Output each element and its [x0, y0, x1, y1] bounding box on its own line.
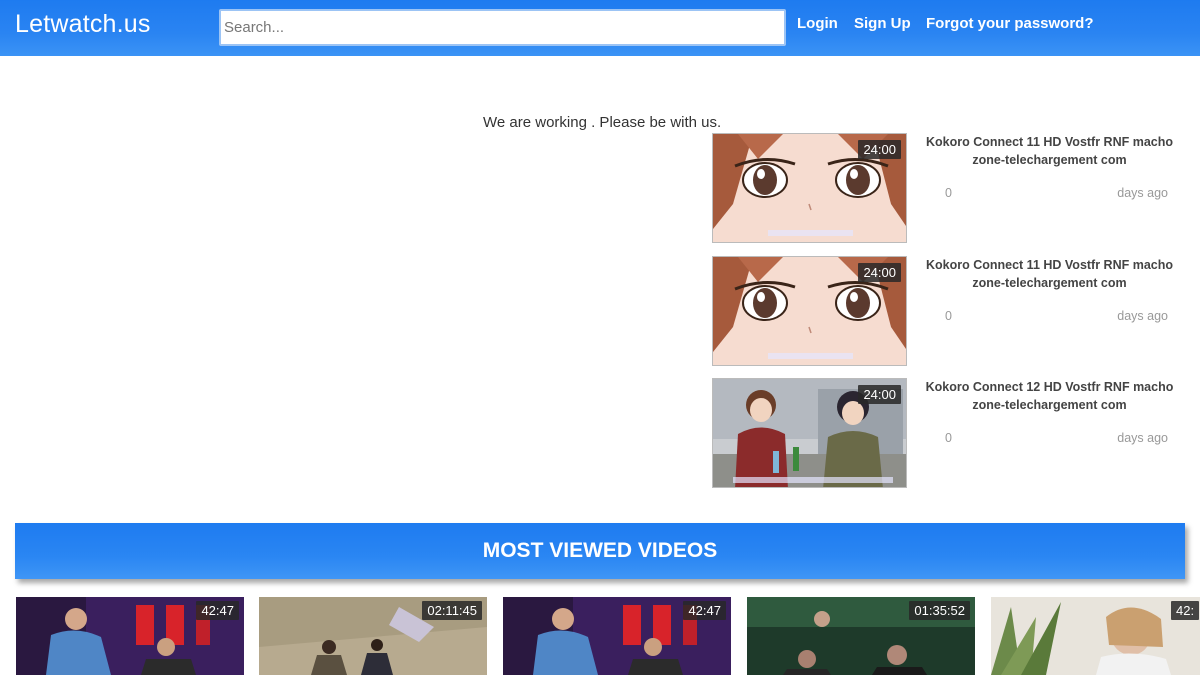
most-viewed-video-card[interactable]: 02:11:45: [259, 597, 487, 675]
most-viewed-video-card[interactable]: 42:: [991, 597, 1200, 675]
most-viewed-video-card[interactable]: 42:47: [16, 597, 244, 675]
duration-badge: 24:00: [858, 140, 901, 159]
video-views: 0: [945, 431, 952, 445]
login-link[interactable]: Login: [797, 15, 838, 32]
site-logo[interactable]: Letwatch.us: [15, 10, 151, 39]
most-viewed-heading: MOST VIEWED VIDEOS: [15, 523, 1185, 579]
video-views: 0: [945, 309, 952, 323]
duration-badge: 42:: [1171, 601, 1200, 620]
signup-link[interactable]: Sign Up: [854, 15, 911, 32]
video-thumbnail: [991, 597, 1200, 675]
search-input[interactable]: [219, 9, 786, 46]
duration-badge: 24:00: [858, 263, 901, 282]
video-list-item[interactable]: 24:00 Kokoro Connect 12 HD Vostfr RNF ma…: [712, 378, 1182, 488]
maintenance-notice: We are working . Please be with us.: [483, 114, 722, 131]
video-title[interactable]: Kokoro Connect 12 HD Vostfr RNF macho zo…: [917, 378, 1182, 414]
most-viewed-video-card[interactable]: 42:47: [503, 597, 731, 675]
video-thumbnail[interactable]: 24:00: [712, 256, 907, 366]
video-age: days ago: [1117, 309, 1168, 323]
video-title[interactable]: Kokoro Connect 11 HD Vostfr RNF macho zo…: [917, 256, 1182, 292]
duration-badge: 42:47: [683, 601, 726, 620]
duration-badge: 24:00: [858, 385, 901, 404]
duration-badge: 01:35:52: [909, 601, 970, 620]
video-title[interactable]: Kokoro Connect 11 HD Vostfr RNF macho zo…: [917, 133, 1182, 169]
video-thumbnail[interactable]: 24:00: [712, 378, 907, 488]
video-age: days ago: [1117, 431, 1168, 445]
duration-badge: 02:11:45: [422, 601, 482, 620]
top-navbar: Letwatch.us Login Sign Up Forgot your pa…: [0, 0, 1200, 56]
most-viewed-video-card[interactable]: 01:35:52: [747, 597, 975, 675]
video-thumbnail[interactable]: 24:00: [712, 133, 907, 243]
video-list-item[interactable]: 24:00 Kokoro Connect 11 HD Vostfr RNF ma…: [712, 133, 1182, 243]
duration-badge: 42:47: [196, 601, 239, 620]
video-age: days ago: [1117, 186, 1168, 200]
video-list-item[interactable]: 24:00 Kokoro Connect 11 HD Vostfr RNF ma…: [712, 256, 1182, 366]
forgot-password-link[interactable]: Forgot your password?: [926, 15, 1094, 32]
video-views: 0: [945, 186, 952, 200]
